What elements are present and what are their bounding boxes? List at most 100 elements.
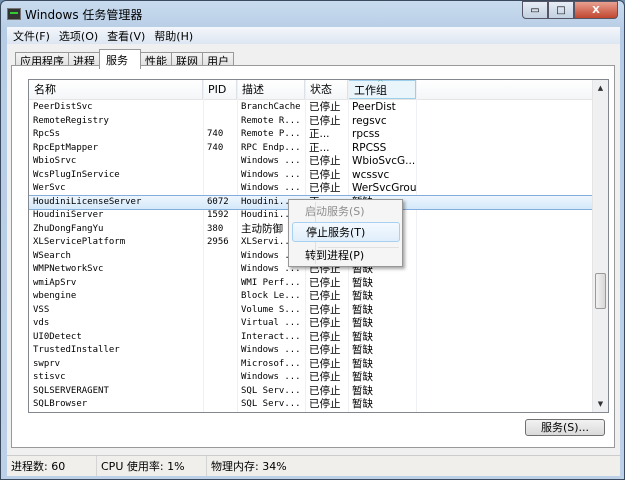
service-pid bbox=[203, 277, 237, 291]
menu-go-to-process[interactable]: 转到进程(P) bbox=[292, 246, 400, 266]
service-description: Remote P... bbox=[241, 129, 301, 139]
service-name: RpcEptMapper bbox=[33, 142, 99, 153]
service-description: Windows ... bbox=[241, 169, 301, 180]
service-pid bbox=[203, 155, 237, 169]
status-processes: 进程数: 60 bbox=[7, 456, 97, 476]
service-description: Windows ... bbox=[241, 372, 301, 382]
menu-options[interactable]: 选项(O) bbox=[59, 28, 98, 44]
service-description: Interact... bbox=[241, 331, 301, 342]
table-row[interactable]: WbioSrvc Windows ... 已停止 WbioSvcG... bbox=[29, 155, 592, 169]
service-name: swprv bbox=[33, 358, 61, 369]
service-group: WerSvcGroup bbox=[352, 182, 416, 194]
table-row[interactable]: wbengine Block Le... 已停止 暂缺 bbox=[29, 290, 592, 304]
service-name: WcsPlugInService bbox=[33, 169, 120, 180]
service-pid bbox=[203, 344, 237, 358]
scroll-up-arrow-icon[interactable]: ▲ bbox=[593, 80, 608, 96]
table-row[interactable]: SQLBrowser SQL Serv... 已停止 暂缺 bbox=[29, 398, 592, 412]
tab-services[interactable]: 服务 bbox=[99, 49, 141, 69]
table-row[interactable]: RemoteRegistry Remote R... 已停止 regsvc bbox=[29, 115, 592, 129]
menu-view[interactable]: 查看(V) bbox=[107, 28, 145, 44]
service-description: Volume S... bbox=[241, 304, 301, 315]
table-row[interactable]: stisvc Windows ... 已停止 暂缺 bbox=[29, 371, 592, 385]
service-group: regsvc bbox=[352, 114, 387, 127]
service-name: vds bbox=[33, 318, 50, 328]
maximize-button[interactable]: □ bbox=[548, 1, 574, 19]
table-row[interactable]: SQLSERVERAGENT SQL Serv... 已停止 暂缺 bbox=[29, 385, 592, 399]
service-description: Remote R... bbox=[241, 115, 301, 126]
column-description[interactable]: 描述 bbox=[237, 80, 305, 99]
service-group: 暂缺 bbox=[352, 384, 373, 397]
service-name: HoudiniLicenseServer bbox=[33, 196, 142, 207]
service-name: WMPNetworkSvc bbox=[33, 264, 104, 274]
menu-stop-service[interactable]: 停止服务(T) bbox=[292, 222, 400, 242]
service-status: 已停止 bbox=[309, 330, 341, 343]
service-name: XLServicePlatform bbox=[33, 237, 126, 247]
table-row[interactable]: PeerDistSvc BranchCache 已停止 PeerDist bbox=[29, 101, 592, 115]
service-description: Windows ... bbox=[241, 345, 301, 355]
service-group: 暂缺 bbox=[352, 398, 373, 410]
service-name: HoudiniServer bbox=[33, 210, 104, 220]
column-pid[interactable]: PID bbox=[203, 80, 237, 99]
menu-file[interactable]: 文件(F) bbox=[13, 28, 50, 44]
service-description: Block Le... bbox=[241, 291, 301, 301]
service-pid bbox=[203, 304, 237, 318]
service-group: RPCSS bbox=[352, 141, 387, 154]
minimize-button[interactable]: ▭ bbox=[522, 1, 548, 19]
services-button[interactable]: 服务(S)... bbox=[525, 419, 605, 436]
service-pid bbox=[203, 358, 237, 372]
service-pid: 1592 bbox=[207, 210, 229, 220]
window-title: Windows 任务管理器 bbox=[25, 7, 143, 22]
service-pid bbox=[203, 317, 237, 331]
column-name[interactable]: 名称 bbox=[29, 80, 203, 99]
table-row[interactable]: UI0Detect Interact... 已停止 暂缺 bbox=[29, 331, 592, 345]
service-name: WbioSrvc bbox=[33, 156, 77, 166]
menu-help[interactable]: 帮助(H) bbox=[154, 28, 193, 44]
table-row[interactable]: swprv Microsof... 已停止 暂缺 bbox=[29, 358, 592, 372]
service-group: WbioSvcG... bbox=[352, 155, 416, 167]
list-header: 名称 PID 描述 状态 工作组 bbox=[29, 80, 592, 100]
menu-start-service[interactable]: 启动服务(S) bbox=[292, 202, 400, 222]
status-memory: 物理内存: 34% bbox=[211, 460, 287, 473]
scrollbar-thumb[interactable] bbox=[595, 273, 606, 309]
service-name: SQLSERVERAGENT bbox=[33, 385, 109, 396]
table-row[interactable]: WcsPlugInService Windows ... 已停止 wcssvc bbox=[29, 169, 592, 183]
service-group: 暂缺 bbox=[352, 371, 373, 383]
table-row[interactable]: wmiApSrv WMI Perf... 已停止 暂缺 bbox=[29, 277, 592, 291]
service-pid: 2956 bbox=[207, 237, 229, 247]
table-row[interactable]: vds Virtual ... 已停止 暂缺 bbox=[29, 317, 592, 331]
service-group: 暂缺 bbox=[352, 290, 373, 302]
table-row[interactable]: WerSvc Windows ... 已停止 WerSvcGroup bbox=[29, 182, 592, 196]
service-pid bbox=[203, 250, 237, 264]
task-manager-icon bbox=[7, 8, 21, 20]
column-group[interactable]: 工作组 bbox=[348, 80, 416, 99]
table-row[interactable]: VSS Volume S... 已停止 暂缺 bbox=[29, 304, 592, 318]
close-button[interactable]: X bbox=[574, 1, 618, 19]
service-group: 暂缺 bbox=[352, 344, 373, 356]
service-description: Microsof... bbox=[241, 358, 301, 369]
context-menu: 启动服务(S) 停止服务(T) 转到进程(P) bbox=[288, 199, 403, 267]
service-group: 暂缺 bbox=[352, 317, 373, 329]
service-status: 已停止 bbox=[309, 371, 341, 383]
service-name: WSearch bbox=[33, 250, 71, 261]
service-group: rpcss bbox=[352, 128, 380, 140]
service-group: wcssvc bbox=[352, 168, 390, 181]
service-status: 正... bbox=[309, 128, 330, 140]
service-name: wmiApSrv bbox=[33, 277, 77, 288]
table-row[interactable]: TrustedInstaller Windows ... 已停止 暂缺 bbox=[29, 344, 592, 358]
table-row[interactable]: RpcEptMapper 740 RPC Endp... 正... RPCSS bbox=[29, 142, 592, 156]
service-name: RemoteRegistry bbox=[33, 115, 109, 126]
service-pid bbox=[203, 385, 237, 399]
service-description: RPC Endp... bbox=[241, 142, 301, 153]
service-name: PeerDistSvc bbox=[33, 102, 93, 112]
service-status: 已停止 bbox=[309, 357, 341, 370]
column-status[interactable]: 状态 bbox=[305, 80, 348, 99]
service-pid: 740 bbox=[207, 142, 224, 153]
service-pid bbox=[203, 182, 237, 196]
service-pid bbox=[203, 371, 237, 385]
service-status: 已停止 bbox=[309, 155, 341, 167]
service-group: 暂缺 bbox=[352, 330, 373, 343]
scroll-down-arrow-icon[interactable]: ▼ bbox=[593, 396, 608, 412]
table-row[interactable]: RpcSs 740 Remote P... 正... rpcss bbox=[29, 128, 592, 142]
status-bar: 进程数: 60 CPU 使用率: 1% 物理内存: 34% bbox=[7, 455, 620, 476]
vertical-scrollbar[interactable]: ▲ ▼ bbox=[592, 80, 608, 412]
